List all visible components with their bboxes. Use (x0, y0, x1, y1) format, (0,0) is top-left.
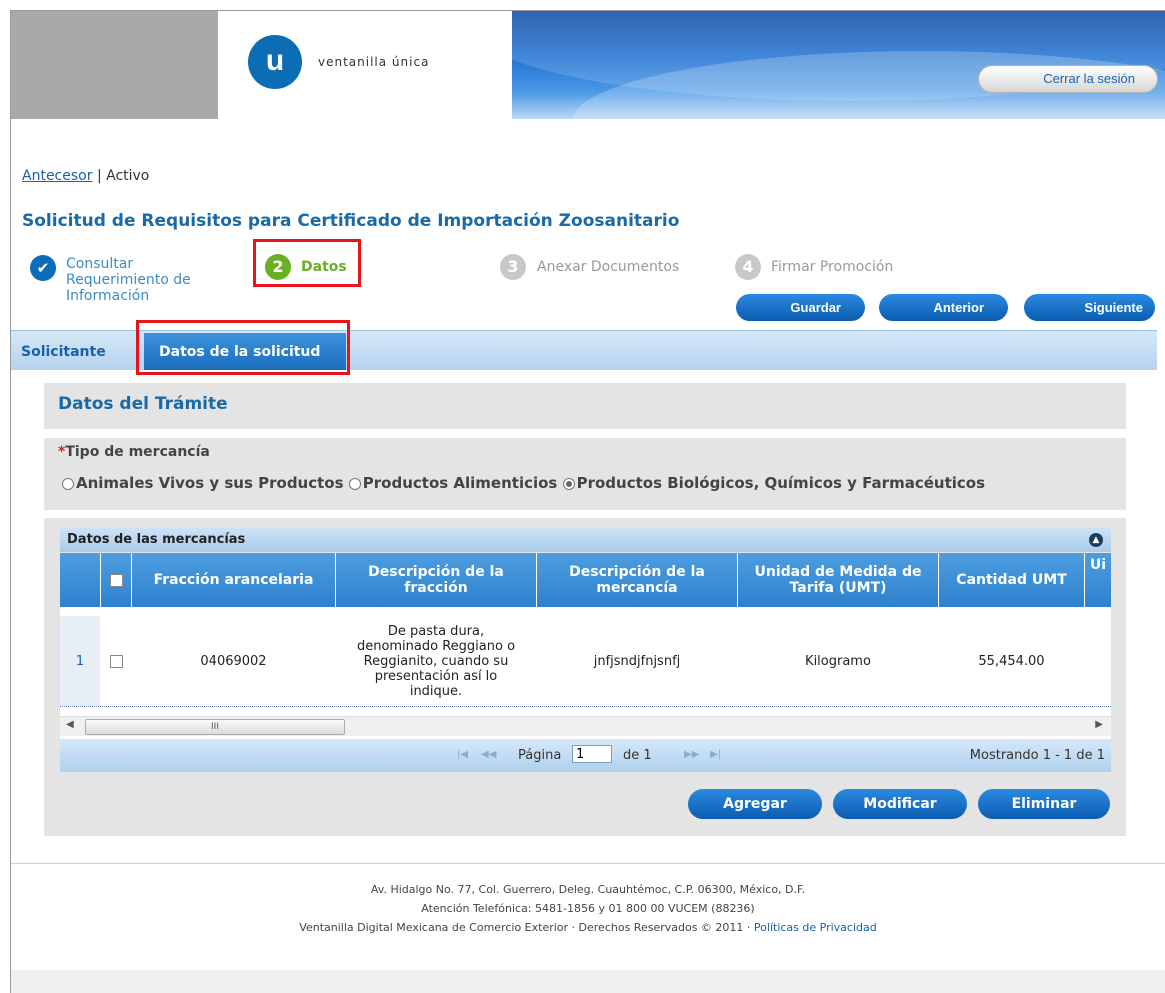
radio-animales[interactable] (62, 477, 74, 490)
horizontal-scrollbar[interactable]: ◀ III ▶ (60, 716, 1111, 736)
cell-desc-mercancia[interactable]: jnfjsndjfnjsnfj (537, 616, 737, 706)
cell-cantidad[interactable]: 55,454.00 (939, 616, 1084, 706)
grid-header: Datos de las mercancías ▲ (60, 528, 1111, 552)
step-consultar-label[interactable]: Consultar Requerimiento de Información (66, 256, 226, 304)
step-4-icon: 4 (735, 254, 761, 280)
scroll-right-icon[interactable]: ▶ (1095, 719, 1103, 730)
prev-page-icon[interactable]: ◀◀ (481, 749, 496, 760)
tipo-mercancia-label: Tipo de mercancía (65, 444, 210, 460)
tipo-mercancia-label-row: *Tipo de mercancía (58, 444, 210, 460)
row-checkbox[interactable] (109, 654, 123, 668)
collapse-icon[interactable]: ▲ (1089, 533, 1103, 547)
footer-address: Av. Hidalgo No. 77, Col. Guerrero, Deleg… (370, 883, 806, 896)
bottom-bar (11, 970, 1165, 993)
grid-title: Datos de las mercancías (67, 532, 246, 547)
highlight-box-step (253, 239, 361, 287)
page-input[interactable] (572, 745, 612, 763)
breadcrumb: Antecesor | Activo (22, 168, 149, 184)
logout-button[interactable]: Cerrar la sesión (978, 65, 1158, 93)
tramite-title: Datos del Trámite (58, 394, 228, 414)
last-page-icon[interactable]: ▶| (710, 749, 721, 760)
col-header-desc-fraccion[interactable]: Descripción de la fracción (336, 553, 536, 607)
page-title: Solicitud de Requisitos para Certificado… (22, 211, 680, 231)
grid-pager: |◀ ◀◀ Página de 1 ▶▶ ▶| Mostrando 1 - 1 … (60, 740, 1111, 772)
scroll-left-icon[interactable]: ◀ (66, 719, 74, 730)
previous-button[interactable]: Anterior (879, 294, 1008, 321)
breadcrumb-link-antecesor[interactable]: Antecesor (22, 168, 92, 184)
col-header-truncated[interactable]: Ui (1085, 553, 1111, 607)
page-label: Página (518, 748, 562, 763)
footer: Av. Hidalgo No. 77, Col. Guerrero, Deleg… (11, 880, 1165, 937)
footer-phone: Atención Telefónica: 5481-1856 y 01 800 … (421, 902, 755, 915)
step-firmar-label[interactable]: Firmar Promoción (771, 259, 893, 275)
cell-umt[interactable]: Kilogramo (738, 616, 938, 706)
pager-status: Mostrando 1 - 1 de 1 (969, 748, 1105, 763)
logo-text: ventanilla única (318, 55, 430, 69)
footer-copyright: Ventanilla Digital Mexicana de Comercio … (299, 921, 751, 934)
row-separator (60, 706, 1111, 707)
highlight-box-tab (136, 320, 350, 375)
tipo-mercancia-options: Animales Vivos y sus Productos Productos… (62, 474, 985, 492)
header-logo-area: u ventanilla única (218, 11, 512, 119)
first-page-icon[interactable]: |◀ (457, 749, 468, 760)
modify-button[interactable]: Modificar (833, 789, 967, 819)
next-button[interactable]: Siguiente (1024, 294, 1155, 321)
col-header-select (101, 553, 131, 607)
vu-logo-icon: u (248, 35, 302, 89)
checkmark-icon: ✔ (30, 255, 56, 281)
step-anexar-label[interactable]: Anexar Documentos (537, 259, 679, 275)
add-button[interactable]: Agregar (688, 789, 822, 819)
option-animales-label[interactable]: Animales Vivos y sus Productos (76, 474, 344, 492)
step-3-icon: 3 (500, 254, 526, 280)
next-page-icon[interactable]: ▶▶ (684, 749, 699, 760)
breadcrumb-separator: | (96, 168, 102, 184)
radio-alimenticios[interactable] (348, 477, 361, 490)
row-index: 1 (60, 616, 100, 706)
header-gray-block (11, 11, 218, 119)
select-all-checkbox[interactable] (109, 573, 123, 587)
footer-divider (11, 863, 1165, 864)
footer-copyright-row: Ventanilla Digital Mexicana de Comercio … (11, 918, 1165, 937)
radio-biologicos[interactable] (562, 477, 575, 490)
breadcrumb-current: Activo (106, 168, 150, 184)
col-header-index (60, 553, 100, 607)
scroll-thumb[interactable]: III (85, 719, 345, 735)
cell-desc-fraccion[interactable]: De pasta dura, denominado Reggiano o Reg… (336, 616, 536, 706)
option-biologicos-label[interactable]: Productos Biológicos, Químicos y Farmacé… (577, 474, 985, 492)
col-header-desc-mercancia[interactable]: Descripción de la mercancía (537, 553, 737, 607)
option-alimenticios-label[interactable]: Productos Alimenticios (363, 474, 558, 492)
col-header-cantidad[interactable]: Cantidad UMT (939, 553, 1084, 607)
tab-solicitante[interactable]: Solicitante (21, 344, 106, 360)
page-of-label: de 1 (623, 748, 652, 763)
row-select-cell (101, 616, 131, 706)
col-header-umt[interactable]: Unidad de Medida de Tarifa (UMT) (738, 553, 938, 607)
delete-button[interactable]: Eliminar (978, 789, 1110, 819)
col-header-fraccion[interactable]: Fracción arancelaria (132, 553, 335, 607)
save-button[interactable]: Guardar (736, 294, 865, 321)
cell-fraccion[interactable]: 04069002 (132, 616, 335, 706)
privacy-link[interactable]: Políticas de Privacidad (754, 921, 877, 934)
